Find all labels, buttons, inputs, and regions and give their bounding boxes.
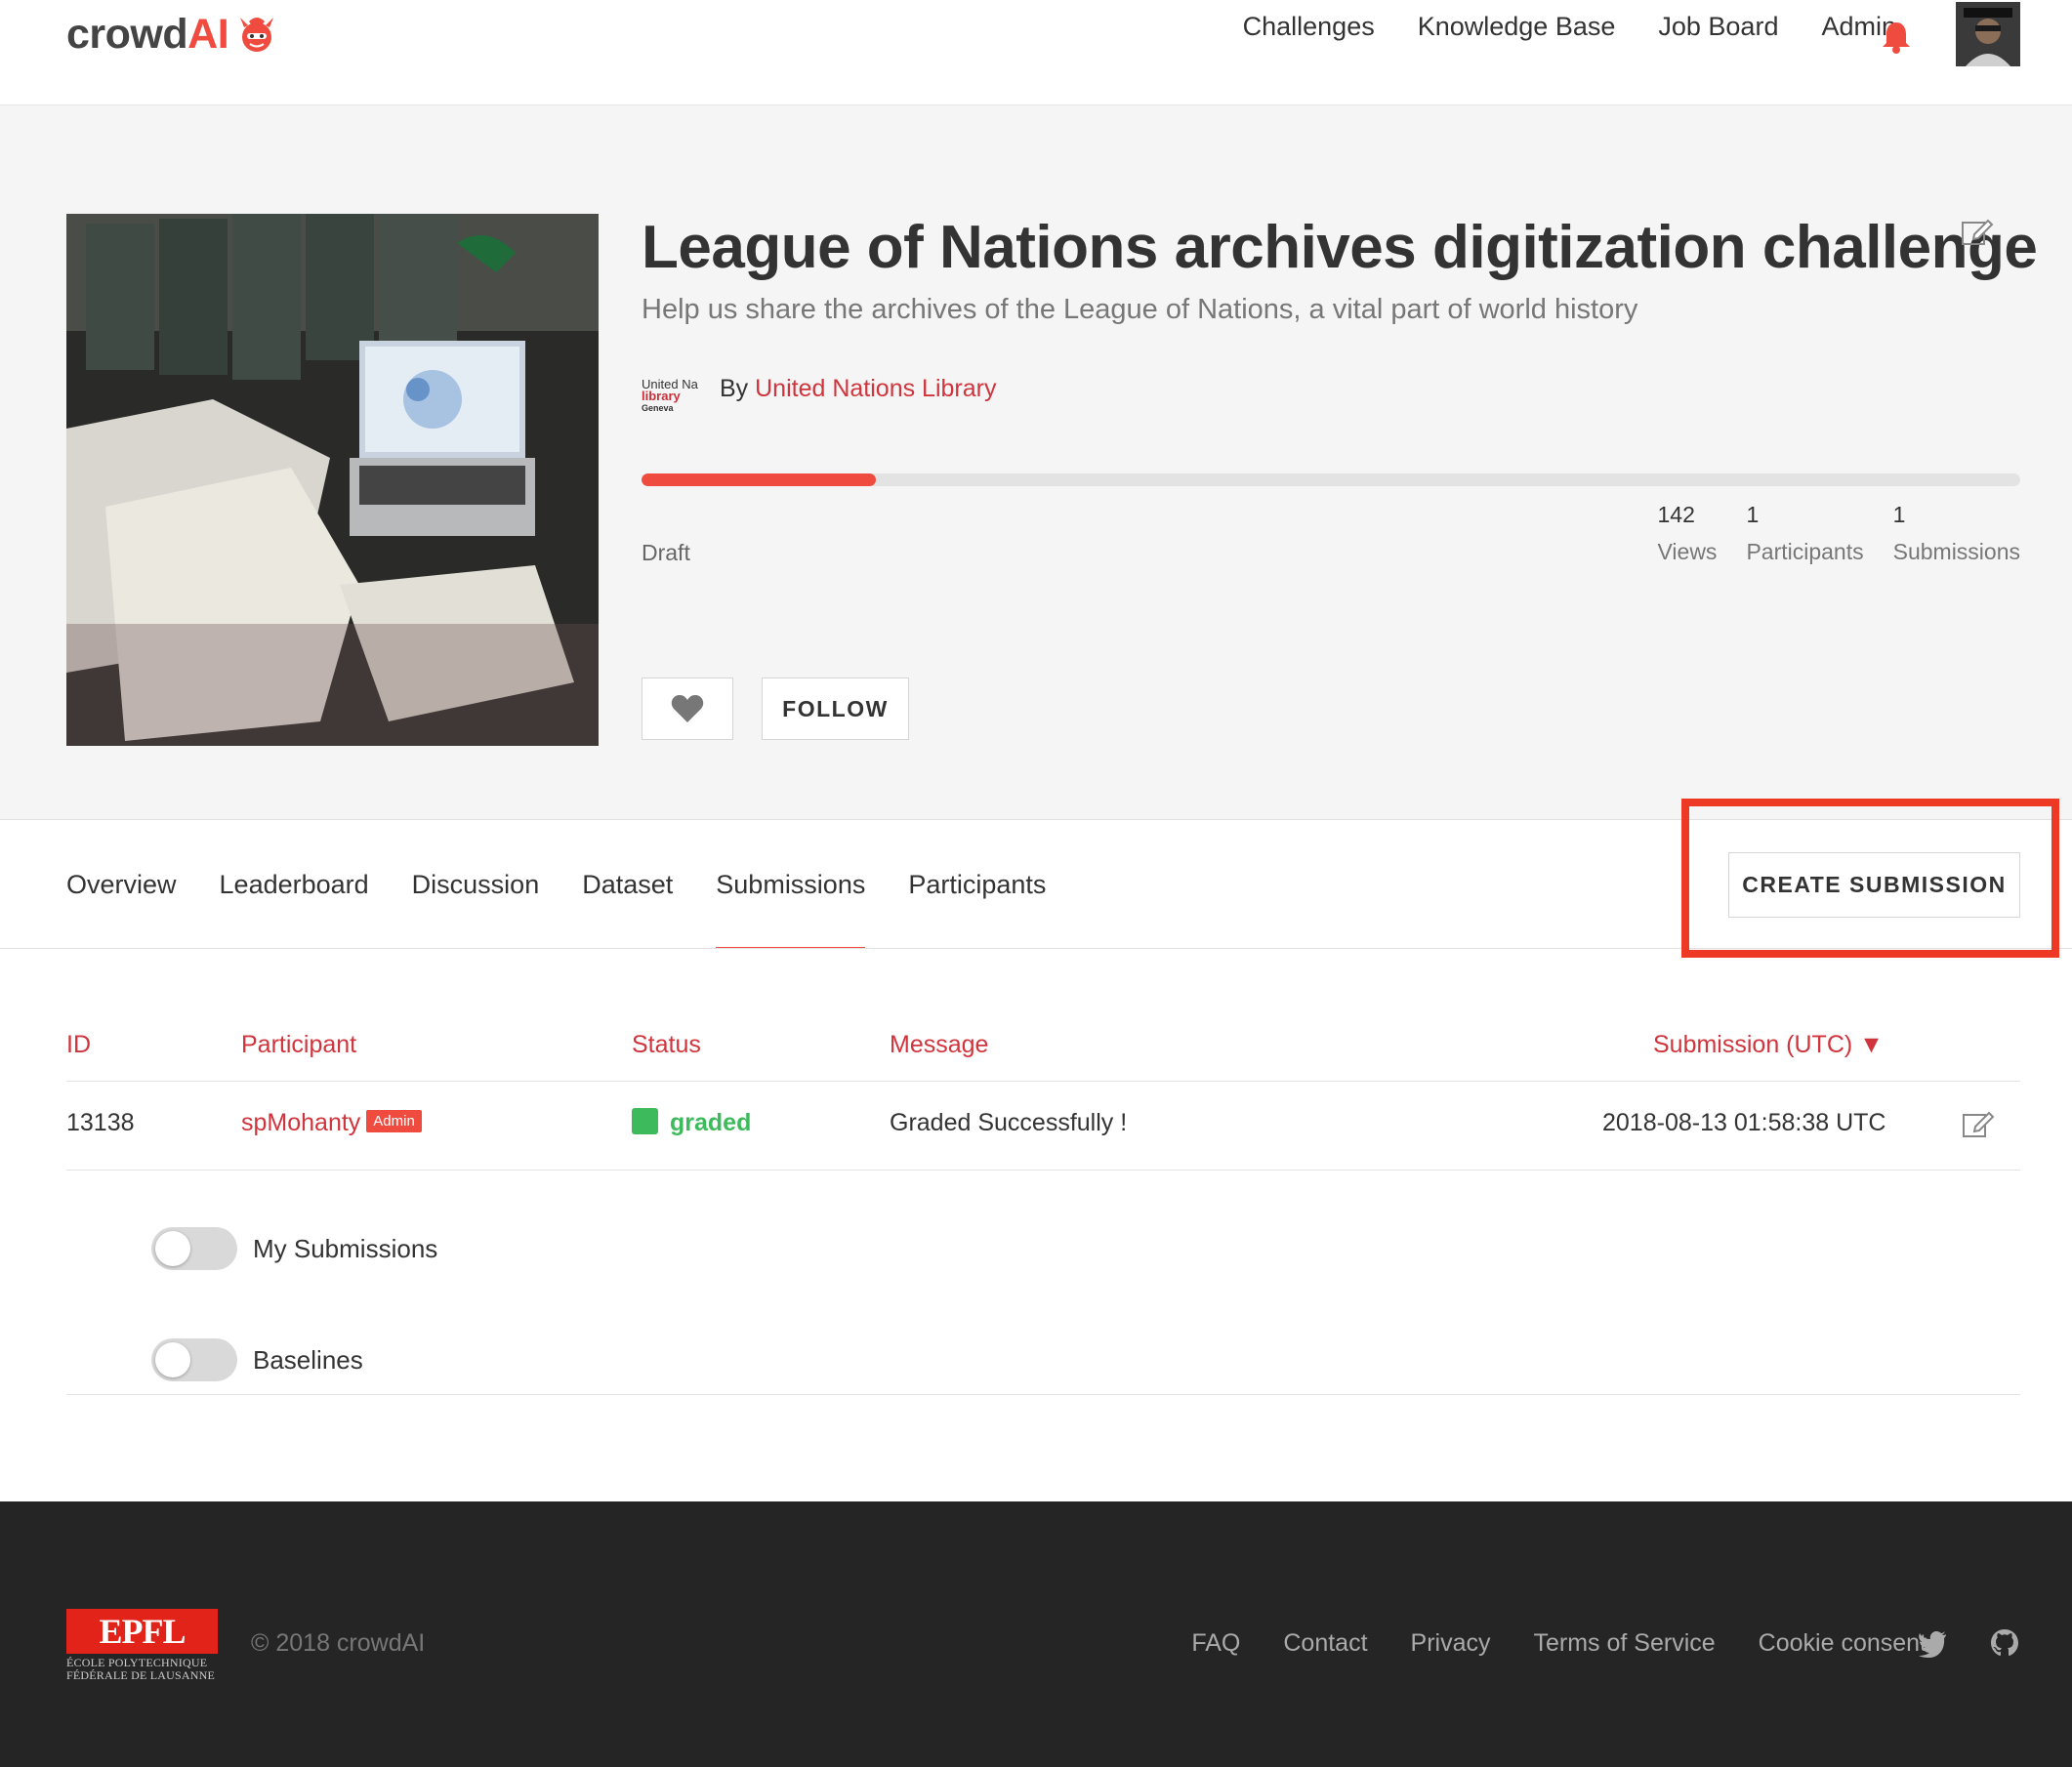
tab-overview[interactable]: Overview bbox=[66, 820, 177, 949]
user-avatar[interactable] bbox=[1956, 2, 2020, 66]
col-id: ID bbox=[66, 1031, 91, 1058]
stat-participants: 1 Participants bbox=[1746, 502, 1863, 565]
baselines-toggle-row: Baselines bbox=[151, 1338, 363, 1381]
copyright: © 2018 crowdAI bbox=[251, 1629, 426, 1657]
stat-submissions-label: Submissions bbox=[1892, 539, 2020, 564]
logo-text-ai: AI bbox=[187, 10, 229, 58]
stat-submissions: 1 Submissions bbox=[1893, 502, 2020, 565]
avatar-photo bbox=[1956, 2, 2020, 66]
top-navbar: crowd AI Challenges Knowledge Base Job Bo… bbox=[0, 0, 2072, 105]
tab-discussion[interactable]: Discussion bbox=[412, 820, 540, 949]
challenge-status: Draft bbox=[642, 540, 690, 565]
participant-link[interactable]: spMohanty bbox=[241, 1109, 360, 1136]
stat-views: 142 Views bbox=[1658, 502, 1718, 565]
organizer-link[interactable]: United Nations Library bbox=[755, 375, 996, 402]
my-submissions-toggle-row: My Submissions bbox=[151, 1227, 437, 1270]
baselines-toggle[interactable] bbox=[151, 1338, 237, 1381]
tab-dataset[interactable]: Dataset bbox=[582, 820, 673, 949]
epfl-line2: FÉDÉRALE DE LAUSANNE bbox=[66, 1668, 215, 1682]
stat-participants-value: 1 bbox=[1746, 502, 1760, 527]
create-submission-button[interactable]: CREATE SUBMISSION bbox=[1728, 852, 2020, 918]
tab-leaderboard[interactable]: Leaderboard bbox=[220, 820, 369, 949]
baselines-label: Baselines bbox=[253, 1344, 363, 1375]
row-status: graded bbox=[632, 1107, 752, 1137]
footer-links: FAQ Contact Privacy Terms of Service Coo… bbox=[1191, 1629, 1927, 1658]
row-submitted-at: 2018-08-13 01:58:38 UTC bbox=[1602, 1109, 1886, 1136]
toggle-knob bbox=[155, 1231, 190, 1266]
admin-badge: Admin bbox=[366, 1109, 422, 1132]
footer-privacy[interactable]: Privacy bbox=[1411, 1629, 1491, 1658]
organizer-byline: By United Nations Library bbox=[720, 375, 996, 403]
stat-views-label: Views bbox=[1657, 539, 1718, 564]
challenge-progress-bar bbox=[642, 473, 2020, 486]
bell-icon[interactable] bbox=[1880, 20, 1913, 55]
epfl-subtitle: ÉCOLE POLYTECHNIQUE FÉDÉRALE DE LAUSANNE bbox=[66, 1657, 218, 1682]
heart-icon bbox=[671, 695, 704, 722]
progress-fill bbox=[642, 473, 877, 486]
footer-faq[interactable]: FAQ bbox=[1191, 1629, 1240, 1658]
nav-knowledge-base[interactable]: Knowledge Base bbox=[1418, 12, 1616, 42]
my-submissions-label: My Submissions bbox=[253, 1233, 438, 1263]
archive-photo bbox=[66, 214, 599, 746]
status-indicator bbox=[632, 1107, 658, 1134]
tab-submissions[interactable]: Submissions bbox=[716, 820, 866, 949]
challenge-image bbox=[66, 214, 599, 746]
github-icon[interactable] bbox=[1990, 1628, 2019, 1658]
follow-button[interactable]: FOLLOW bbox=[762, 678, 909, 740]
table-row: 13138 spMohanty Admin graded Graded Succe… bbox=[66, 1082, 2020, 1171]
challenge-title: League of Nations archives digitization … bbox=[642, 214, 2038, 281]
stat-participants-label: Participants bbox=[1746, 539, 1864, 564]
col-participant: Participant bbox=[241, 1031, 357, 1058]
nav-job-board[interactable]: Job Board bbox=[1658, 12, 1778, 42]
footer-cookie-consent[interactable]: Cookie consent bbox=[1759, 1629, 1927, 1658]
footer: EPFL ÉCOLE POLYTECHNIQUE FÉDÉRALE DE LAU… bbox=[0, 1501, 2072, 1767]
samurai-mascot-icon bbox=[240, 18, 274, 52]
footer-contact[interactable]: Contact bbox=[1283, 1629, 1367, 1658]
col-submission-sort[interactable]: Submission (UTC) ▼ bbox=[1653, 1031, 1884, 1059]
org-logo-line2: library bbox=[642, 389, 681, 403]
challenge-tabs: Overview Leaderboard Discussion Dataset … bbox=[66, 820, 1046, 949]
row-message: Graded Successfully ! bbox=[890, 1109, 1128, 1136]
epfl-wordmark: EPFL bbox=[66, 1609, 218, 1654]
row-id: 13138 bbox=[66, 1109, 135, 1136]
stat-submissions-value: 1 bbox=[1892, 502, 1906, 527]
main-nav: Challenges Knowledge Base Job Board Admi… bbox=[1243, 12, 1896, 42]
challenge-stats: 142 Views 1 Participants 1 Submissions bbox=[1658, 502, 2021, 565]
like-button[interactable] bbox=[642, 678, 733, 740]
my-submissions-toggle[interactable] bbox=[151, 1227, 237, 1270]
org-logo-line3: Geneva bbox=[642, 403, 674, 413]
tab-participants[interactable]: Participants bbox=[908, 820, 1046, 949]
toggle-knob bbox=[155, 1342, 190, 1377]
status-text: graded bbox=[670, 1109, 752, 1136]
organizer-logo: United Na library Geneva bbox=[642, 378, 708, 414]
twitter-icon[interactable] bbox=[1918, 1630, 1947, 1658]
edit-submission-icon[interactable] bbox=[1962, 1109, 1995, 1138]
submissions-table-header: ID Participant Status Message Submission… bbox=[66, 1021, 2020, 1082]
col-message: Message bbox=[890, 1031, 989, 1058]
footer-terms[interactable]: Terms of Service bbox=[1534, 1629, 1716, 1658]
stat-views-value: 142 bbox=[1657, 502, 1695, 527]
nav-challenges[interactable]: Challenges bbox=[1243, 12, 1375, 42]
edit-challenge-icon[interactable] bbox=[1961, 217, 1994, 246]
row-participant: spMohanty Admin bbox=[241, 1109, 422, 1137]
col-status: Status bbox=[632, 1031, 701, 1058]
section-divider bbox=[66, 1394, 2020, 1395]
by-prefix: By bbox=[720, 375, 756, 402]
challenge-subtitle: Help us share the archives of the League… bbox=[642, 294, 1638, 325]
crowdai-logo[interactable]: crowd AI bbox=[66, 10, 279, 59]
logo-text-crowd: crowd bbox=[66, 10, 188, 58]
epfl-logo[interactable]: EPFL ÉCOLE POLYTECHNIQUE FÉDÉRALE DE LAU… bbox=[66, 1609, 218, 1683]
